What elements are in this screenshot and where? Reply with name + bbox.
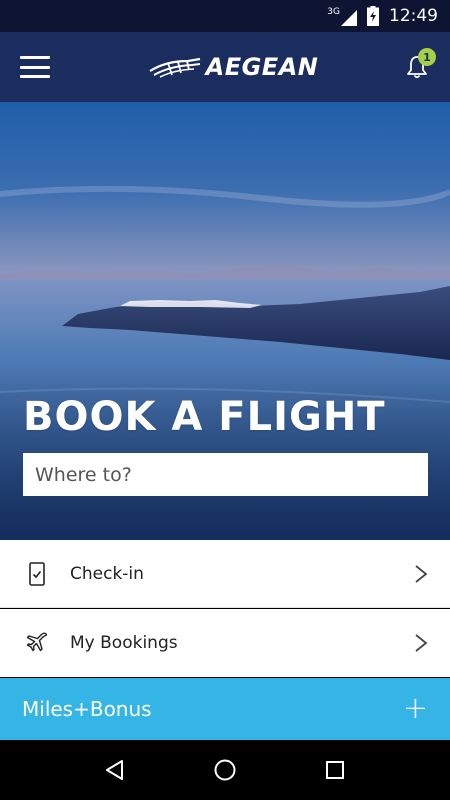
clock: 12:49 [389,6,438,26]
home-button[interactable] [205,750,245,790]
signal-icon [341,10,357,26]
brand-name: AEGEAN [205,53,319,81]
notifications-button[interactable]: 1 [402,48,436,82]
home-circle-icon [214,759,236,781]
chevron-right-icon [415,634,428,652]
back-button[interactable] [95,750,135,790]
hamburger-menu-button[interactable] [20,56,50,78]
battery-icon [367,6,379,26]
network-indicator: 3G [327,6,357,26]
book-flight-heading: BOOK A FLIGHT [23,394,386,440]
expand-plus-icon: + [402,691,428,726]
system-navigation-bar [0,740,450,800]
destination-search-input[interactable] [23,453,428,496]
chevron-right-icon [415,564,428,583]
notification-badge: 1 [417,48,436,66]
checkin-label: Check-in [70,563,144,584]
menu-line [20,75,50,78]
status-bar: 3G 12:49 [0,0,450,32]
my-bookings-row[interactable]: My Bookings [0,609,450,677]
checkin-row[interactable]: Check-in [0,540,450,608]
menu-line [20,65,50,69]
plane-icon [24,630,50,656]
aegean-logo: AEGEAN [148,53,319,81]
phone-checkin-icon [24,561,50,587]
recents-button[interactable] [315,750,355,790]
network-type-label: 3G [327,7,340,17]
miles-bonus-label: Miles+Bonus [22,697,152,721]
hero-banner: BOOK A FLIGHT [0,102,450,540]
menu-line [20,56,50,59]
back-triangle-icon [106,760,123,780]
logo-wings-icon [149,57,200,78]
recents-square-icon [326,761,344,779]
miles-bonus-bar[interactable]: Miles+Bonus + [0,678,450,740]
my-bookings-label: My Bookings [70,633,178,653]
app-bar: AEGEAN 1 [0,32,450,102]
